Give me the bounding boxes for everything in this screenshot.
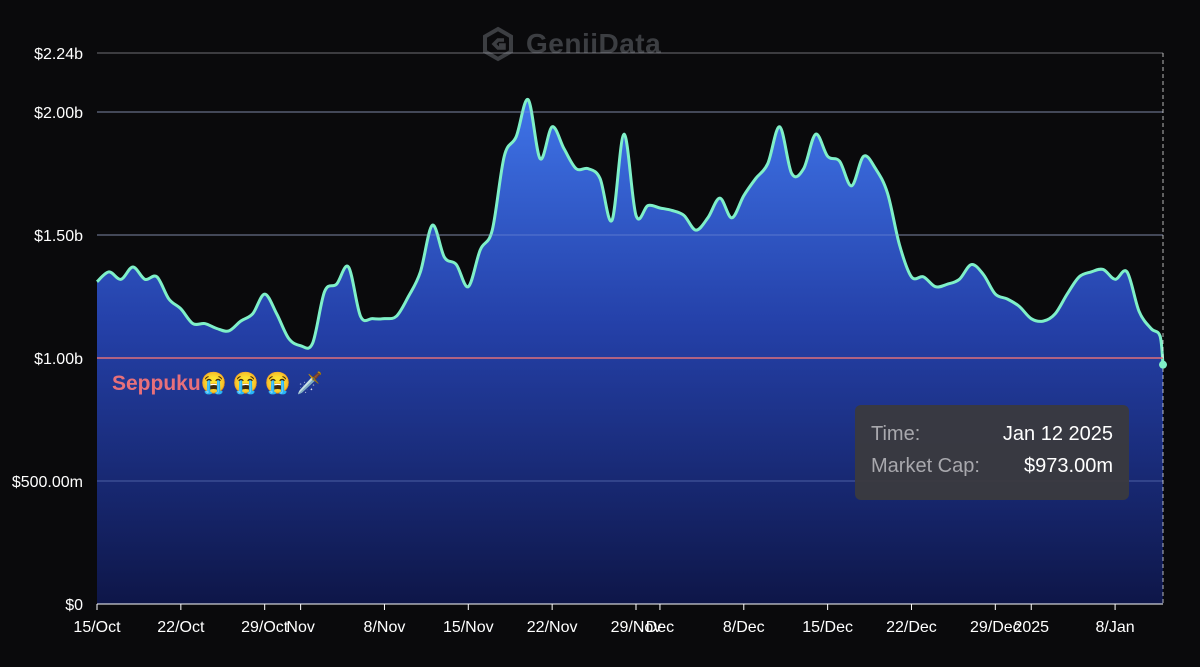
y-axis: $0 $500.00m $1.00b $1.50b $2.00b $2.24b bbox=[12, 46, 83, 614]
x-tick-label: 8/Dec bbox=[723, 619, 765, 636]
x-tick-label: 22/Oct bbox=[157, 619, 205, 636]
x-tick-label: 8/Jan bbox=[1096, 619, 1135, 636]
x-tick-label: 22/Dec bbox=[886, 619, 937, 636]
x-tick-label: 22/Nov bbox=[527, 619, 578, 636]
y-tick-label: $2.00b bbox=[34, 105, 83, 122]
x-tick-label: 2025 bbox=[1013, 619, 1049, 636]
tooltip-mcap-label: Market Cap: bbox=[871, 455, 980, 477]
x-tick-label: 8/Nov bbox=[364, 619, 406, 636]
y-tick-label: $500.00m bbox=[12, 474, 83, 491]
x-tick-label: 15/Dec bbox=[802, 619, 853, 636]
tooltip-mcap-value: $973.00m bbox=[1024, 455, 1113, 477]
geniidata-logo-icon bbox=[483, 26, 513, 62]
watermark-text: GeniiData bbox=[526, 28, 662, 59]
y-tick-label: $0 bbox=[65, 597, 83, 614]
hover-point[interactable] bbox=[1159, 360, 1167, 369]
hover-tooltip: Time: Jan 12 2025 Market Cap: $973.00m bbox=[855, 405, 1129, 500]
tooltip-time-row: Time: Jan 12 2025 bbox=[871, 423, 1113, 455]
x-tick-label: 29/Oct bbox=[241, 619, 289, 636]
y-tick-label: $2.24b bbox=[34, 46, 83, 63]
tooltip-mcap-row: Market Cap: $973.00m bbox=[871, 455, 1113, 487]
tooltip-time-value: Jan 12 2025 bbox=[1002, 423, 1113, 445]
seppuku-annotation: Seppuku😭 😭 😭 🗡️ bbox=[112, 372, 323, 395]
watermark: GeniiData bbox=[480, 26, 661, 62]
tooltip-time-label: Time: bbox=[871, 423, 921, 445]
x-tick-label: 15/Nov bbox=[443, 619, 494, 636]
x-tick-label: 15/Oct bbox=[73, 619, 121, 636]
x-tick-label: Nov bbox=[286, 619, 314, 636]
y-tick-label: $1.50b bbox=[34, 228, 83, 245]
x-tick-label: Dec bbox=[646, 619, 674, 636]
market-cap-chart: $0 $500.00m $1.00b $1.50b $2.00b $2.24b 15/Oc… bbox=[12, 46, 1167, 636]
area-series bbox=[95, 98, 1165, 604]
y-tick-label: $1.00b bbox=[34, 351, 83, 368]
